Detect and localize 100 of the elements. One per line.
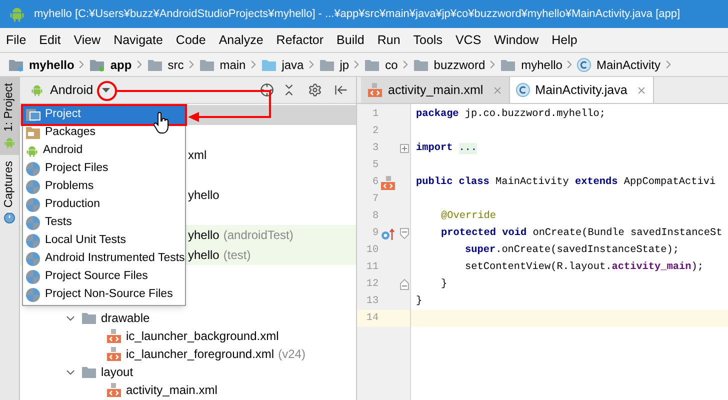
tree-item[interactable]: ic_launcher_background.xml: [126, 327, 279, 345]
tree-item-note: (v24): [278, 346, 306, 363]
override-marker-icon[interactable]: [381, 226, 396, 240]
class-icon: [516, 83, 530, 97]
code-line: import ...: [416, 142, 478, 156]
line-number: 1: [371, 108, 379, 122]
settings-icon[interactable]: [308, 83, 322, 97]
code-line: package jp.co.buzzword.myhello;: [416, 108, 606, 122]
code-line: super.onCreate(savedInstanceState);: [465, 244, 679, 258]
menu-item[interactable]: Navigate: [114, 30, 163, 50]
line-number: 3: [371, 142, 379, 156]
dropdown-item[interactable]: Project Source Files: [23, 268, 185, 286]
android-logo-icon: [8, 5, 26, 23]
menu-item[interactable]: Run: [377, 30, 400, 50]
folder-icon: [198, 58, 215, 72]
menu-item[interactable]: Tools: [413, 30, 442, 50]
folder-icon: [500, 58, 516, 72]
line-number: 7: [371, 192, 379, 207]
tool-window-tab[interactable]: Captures: [0, 154, 19, 230]
view-selector[interactable]: Android: [50, 80, 94, 100]
folder-icon: [81, 311, 97, 325]
folder-icon: [8, 58, 24, 72]
tool-window-tab[interactable]: 1: Project: [0, 77, 19, 155]
menu-item[interactable]: Code: [176, 30, 206, 50]
scope-icon: [25, 161, 41, 177]
menu-item[interactable]: Edit: [39, 30, 61, 50]
expand-fold-icon[interactable]: [400, 144, 409, 153]
scope-icon: [25, 179, 41, 195]
code-line: public class MainActivity extends AppCompatActivi: [416, 176, 716, 190]
scope-icon: [25, 287, 41, 303]
code-line: }: [441, 278, 448, 292]
tree-item-note: (test): [223, 247, 251, 264]
collapse-fold-icon[interactable]: [400, 228, 409, 239]
menu-item[interactable]: Analyze: [218, 30, 264, 50]
android-icon: [30, 83, 44, 97]
class-icon: [577, 58, 592, 72]
breadcrumb-item[interactable]: MainActivity: [577, 56, 660, 74]
close-icon[interactable]: [636, 84, 648, 96]
folder-icon: [146, 58, 163, 72]
line-number: 9: [371, 226, 379, 241]
breadcrumb-item[interactable]: myhello: [8, 56, 74, 74]
dropdown-item[interactable]: Android: [23, 142, 185, 160]
scope-icon: [25, 215, 41, 231]
layout-link-icon[interactable]: [381, 176, 396, 190]
tree-item[interactable]: activity_main.xml: [126, 381, 218, 399]
folder-icon: [81, 365, 97, 379]
fold-end-icon[interactable]: [400, 279, 409, 290]
folder-icon: [260, 58, 277, 72]
tree-item[interactable]: layout: [101, 363, 134, 381]
folder-icon: [318, 58, 335, 72]
breadcrumb-item[interactable]: jp: [318, 56, 350, 74]
breadcrumb-item[interactable]: src: [146, 56, 184, 74]
dropdown-item[interactable]: Packages: [23, 124, 185, 142]
tree-item[interactable]: drawable: [101, 309, 150, 327]
editor-tab[interactable]: MainActivity.java: [510, 77, 654, 103]
code-line: }: [416, 294, 422, 309]
xml-file-icon: [106, 328, 122, 344]
scope-icon: [25, 233, 41, 249]
dropdown-item[interactable]: Problems: [23, 178, 185, 196]
menu-item[interactable]: VCS: [455, 30, 482, 50]
breadcrumb-item[interactable]: co: [364, 56, 398, 74]
editor-tab[interactable]: activity_main.xml: [361, 77, 510, 103]
breadcrumb-item[interactable]: myhello: [500, 56, 562, 74]
locate-icon[interactable]: [260, 83, 274, 97]
tree-item-note: (androidTest): [223, 227, 294, 244]
folder-icon: [364, 58, 380, 72]
code-line: protected void onCreate(Bundle savedInstanceSt: [441, 226, 722, 241]
dropdown-item[interactable]: Project Non-Source Files: [23, 286, 185, 304]
dropdown-item[interactable]: Production: [23, 196, 185, 214]
dropdown-item[interactable]: Project: [23, 106, 185, 124]
folder-icon: [412, 58, 429, 72]
breadcrumb-item[interactable]: java: [260, 56, 304, 74]
line-number: 11: [365, 260, 379, 275]
dropdown-item[interactable]: Android Instrumented Tests: [23, 250, 185, 268]
breadcrumb-item[interactable]: app: [89, 56, 132, 74]
breadcrumb-item[interactable]: main: [198, 56, 246, 74]
dropdown-item[interactable]: Project Files: [23, 160, 185, 178]
menu-item[interactable]: Help: [552, 30, 578, 50]
menu-item[interactable]: View: [74, 30, 101, 50]
scope-icon: [25, 251, 41, 267]
menu-item[interactable]: Refactor: [276, 30, 324, 50]
code-line: setContentView(R.layout.activity_main);: [465, 260, 704, 275]
hide-panel-icon[interactable]: [334, 83, 348, 97]
breadcrumb-item[interactable]: buzzword: [412, 56, 486, 74]
code-line: @Override: [441, 210, 496, 224]
stopwatch-icon: [3, 211, 16, 224]
tree-item[interactable]: ic_launcher_foreground.xml: [126, 345, 274, 363]
line-number: 5: [371, 158, 379, 173]
line-number: 6: [371, 176, 379, 190]
hand-cursor-icon: [153, 112, 171, 134]
menu-item[interactable]: Window: [494, 30, 539, 50]
menu-item[interactable]: Build: [336, 30, 364, 50]
menu-item[interactable]: File: [6, 30, 26, 50]
xml-file-icon: [367, 82, 383, 98]
line-number: 14: [365, 312, 379, 326]
android-icon: [25, 144, 39, 158]
scope-icon: [25, 269, 41, 285]
android-icon: [3, 136, 16, 149]
caret-down-icon[interactable]: [101, 86, 112, 94]
line-number: 10: [365, 244, 379, 258]
